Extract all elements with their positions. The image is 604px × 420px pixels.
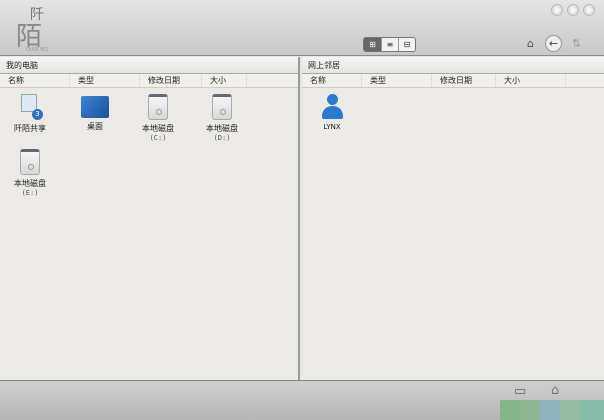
lynx-computer-item[interactable]: LYNX [302, 94, 362, 131]
color-swatch [540, 400, 560, 420]
computer-icon[interactable]: ▭ [514, 384, 526, 399]
item-label: 本地磁盘 [142, 124, 174, 133]
disk-icon [212, 94, 232, 120]
disk-c-item[interactable]: 本地磁盘 (C:) [128, 94, 188, 142]
home-icon[interactable]: ⌂ [522, 35, 539, 52]
refresh-icon[interactable]: ⇅ [568, 35, 585, 52]
view-switcher: ⊞ ≡ ⊟ [363, 37, 416, 52]
minimize-button[interactable] [551, 4, 563, 16]
column-modified[interactable]: 修改日期 [140, 74, 202, 87]
app-logo: 阡 陌 QIAN MO [14, 4, 64, 54]
badge: 3 [32, 109, 43, 120]
disk-icon [148, 94, 168, 120]
column-modified[interactable]: 修改日期 [432, 74, 496, 87]
column-name[interactable]: 名称 [0, 74, 70, 87]
my-computer-pane: 我的电脑 名称 类型 修改日期 大小 3 阡陌共享 桌面 本地磁盘 (C:) 本… [0, 57, 300, 380]
column-headers: 名称 类型 修改日期 大小 [302, 74, 604, 88]
home-outline-icon[interactable]: ⌂ [551, 383, 559, 398]
item-sublabel: (C:) [149, 134, 167, 142]
back-icon[interactable]: ← [545, 35, 562, 52]
color-swatch [520, 400, 540, 420]
share-item[interactable]: 3 阡陌共享 [0, 94, 60, 134]
item-sublabel: (D:) [213, 134, 231, 142]
item-label: 本地磁盘 [206, 124, 238, 133]
disk-d-item[interactable]: 本地磁盘 (D:) [192, 94, 252, 142]
column-type[interactable]: 类型 [70, 74, 140, 87]
desktop-icon [81, 96, 109, 118]
disk-icon [20, 149, 40, 175]
column-type[interactable]: 类型 [362, 74, 432, 87]
color-swatch [580, 400, 604, 420]
item-sublabel: (E:) [21, 189, 39, 197]
pane-title: 网上邻居 [302, 57, 604, 74]
network-pane: 网上邻居 名称 类型 修改日期 大小 LYNX [302, 57, 604, 380]
column-view-button[interactable]: ⊟ [398, 38, 415, 51]
color-swatch [560, 400, 580, 420]
user-icon [319, 94, 345, 120]
item-label: 桌面 [87, 122, 103, 131]
column-size[interactable]: 大小 [202, 74, 247, 87]
pane-title: 我的电脑 [0, 57, 298, 74]
column-size[interactable]: 大小 [496, 74, 566, 87]
item-label: 本地磁盘 [14, 179, 46, 188]
disk-e-item[interactable]: 本地磁盘 (E:) [0, 149, 60, 197]
close-button[interactable] [583, 4, 595, 16]
title-bar: 阡 陌 QIAN MO ⊞ ≡ ⊟ ⌂ ← ⇅ [0, 0, 604, 56]
color-swatch [500, 400, 520, 420]
desktop-item[interactable]: 桌面 [65, 94, 125, 132]
logo-subtitle: QIAN MO [26, 47, 49, 53]
list-view-button[interactable]: ≡ [381, 38, 398, 51]
item-label: LYNX [323, 123, 341, 131]
column-name[interactable]: 名称 [302, 74, 362, 87]
icon-view-button[interactable]: ⊞ [364, 38, 381, 51]
item-label: 阡陌共享 [14, 124, 46, 133]
maximize-button[interactable] [567, 4, 579, 16]
share-icon: 3 [17, 94, 43, 120]
column-headers: 名称 类型 修改日期 大小 [0, 74, 298, 88]
